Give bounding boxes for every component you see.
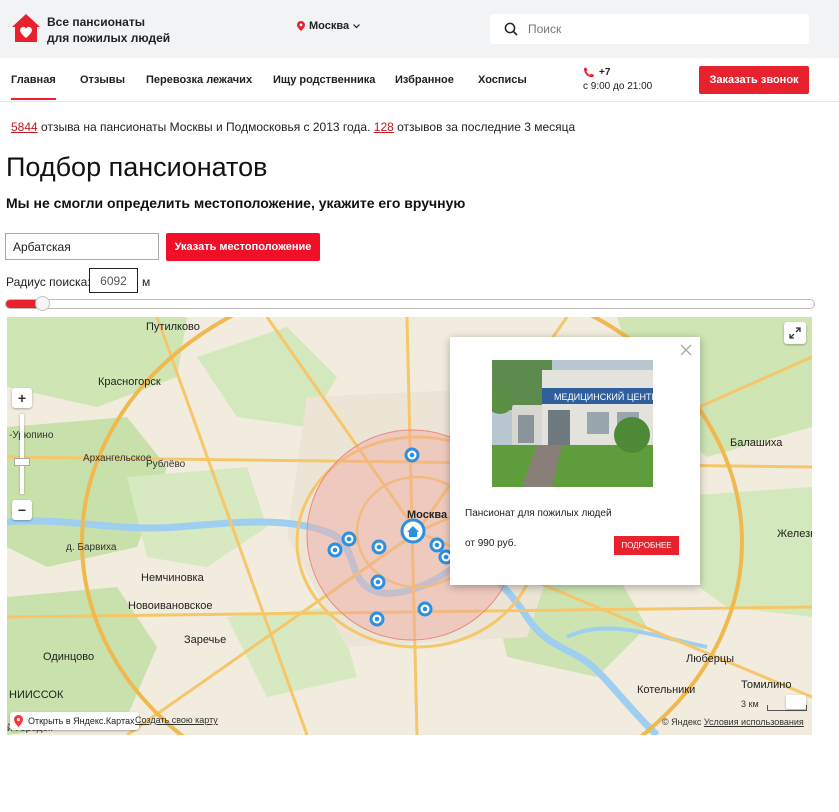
nav-item-main[interactable]: Главная [11,74,56,100]
map-label-nemchinovka: Немчиновка [141,572,204,584]
reviews-summary: 5844 отзыва на пансионаты Москвы и Подмо… [11,120,575,134]
zoom-slider[interactable] [14,414,30,494]
expand-icon [789,327,801,339]
radius-unit: м [142,275,151,289]
clinic-sign-text: МЕДИЦИНСКИЙ ЦЕНТР [554,391,653,402]
map-label-novoivanovskoe: Новоивановское [128,600,213,612]
location-error-message: Мы не смогли определить местоположение, … [6,195,466,211]
search-input[interactable] [528,22,778,36]
ruler-button[interactable] [786,695,806,709]
yandex-copyright: © Яндекс [662,717,704,727]
city-name: Москва [309,20,350,32]
reviews-text-1: отзыва на пансионаты Москвы и Подмосковь… [37,120,374,134]
location-pin-icon [297,21,305,31]
site-name-line1: Все пансионаты [47,15,145,29]
nav-item-favorites[interactable]: Избранное [395,74,454,86]
map-label-tomilino: Томилино [741,679,792,691]
reviews-total-link[interactable]: 5844 [11,120,38,134]
pension-photo[interactable]: МЕДИЦИНСКИЙ ЦЕНТР [492,360,653,487]
map-label-rublevo: Рублёво [146,459,186,470]
pension-price: от 990 руб. [465,538,517,549]
map-label-arkhangelskoe: Архангельское [83,453,152,464]
fullscreen-button[interactable] [784,322,806,344]
nav-item-transport[interactable]: Перевозка лежачих [146,74,252,86]
top-bar: Все пансионаты для пожилых людей Москва [0,0,839,58]
search-icon[interactable] [504,22,518,36]
map-label-odintsovo: Одинцово [43,651,95,663]
reviews-recent-link[interactable]: 128 [374,120,394,134]
reviews-text-2: отзывов за последние 3 месяца [393,120,576,134]
address-input[interactable] [5,233,159,260]
map-label-zhelez: Железн [777,528,812,540]
nav-item-hospices[interactable]: Хосписы [478,74,527,86]
house-heart-logo-icon[interactable] [10,12,42,44]
map-label-balashikha: Балашиха [730,437,783,449]
radius-label: Радиус поиска: [6,275,91,289]
nav-item-find-relative[interactable]: Ищу родственника [273,74,375,86]
map-label-barvikha: д. Барвиха [66,542,117,553]
create-map-link[interactable]: Создать свою карту [135,715,218,725]
nav-item-reviews[interactable]: Отзывы [80,74,125,86]
map-label-moskva: Москва [407,509,448,521]
search-box [490,14,809,44]
close-icon[interactable] [680,344,692,356]
working-hours: с 9:00 до 21:00 [583,81,653,92]
site-name-line2: для пожилых людей [47,31,171,45]
open-in-yandex-maps-label: Открыть в Яндекс.Картах [28,716,135,726]
map-label-putilkovo: Путилково [146,321,200,333]
map-label-kotelniki: Котельники [637,684,696,696]
zoom-in-button[interactable]: + [12,388,32,408]
site-name[interactable]: Все пансионаты для пожилых людей [47,14,170,46]
yandex-pin-icon [14,715,23,727]
pension-title: Пансионат для пожилых людей [465,508,612,519]
more-details-button[interactable]: ПОДРОБНЕЕ [614,536,679,555]
phone-icon [584,67,594,78]
city-selector[interactable]: Москва [297,20,361,32]
chevron-down-icon [353,23,361,28]
radius-slider-handle[interactable] [35,296,51,311]
zoom-control: + − [12,388,32,520]
map-label-lyubertsy: Люберцы [686,653,735,665]
pension-photo-image: МЕДИЦИНСКИЙ ЦЕНТР [492,360,653,487]
terms-of-use-link[interactable]: Условия использования [704,717,804,727]
phone-block[interactable]: +7 с 9:00 до 21:00 [583,66,652,94]
order-call-button[interactable]: Заказать звонок [699,66,809,94]
pension-popup: МЕДИЦИНСКИЙ ЦЕНТР Пансионат для пожилых … [450,337,700,585]
map[interactable]: Путилково Красногорск -Урюпино Архангель… [7,317,812,735]
page-title: Подбор пансионатов [6,152,268,182]
open-in-yandex-maps-link[interactable]: Открыть в Яндекс.Картах [10,712,140,730]
map-label-krasnogorsk: Красногорск [98,376,161,388]
phone-number: +7 [599,67,611,78]
map-label-niissok: НИИССОК [9,689,64,701]
radius-slider[interactable] [5,296,815,311]
map-label-zarechye: Заречье [184,634,227,646]
zoom-slider-handle[interactable] [14,458,30,466]
radius-input[interactable] [89,268,138,293]
map-scale-label: 3 км [741,699,759,709]
set-location-button[interactable]: Указать местоположение [166,233,320,261]
zoom-out-button[interactable]: − [12,500,32,520]
map-copyright: © Яндекс Условия использования [662,717,804,727]
